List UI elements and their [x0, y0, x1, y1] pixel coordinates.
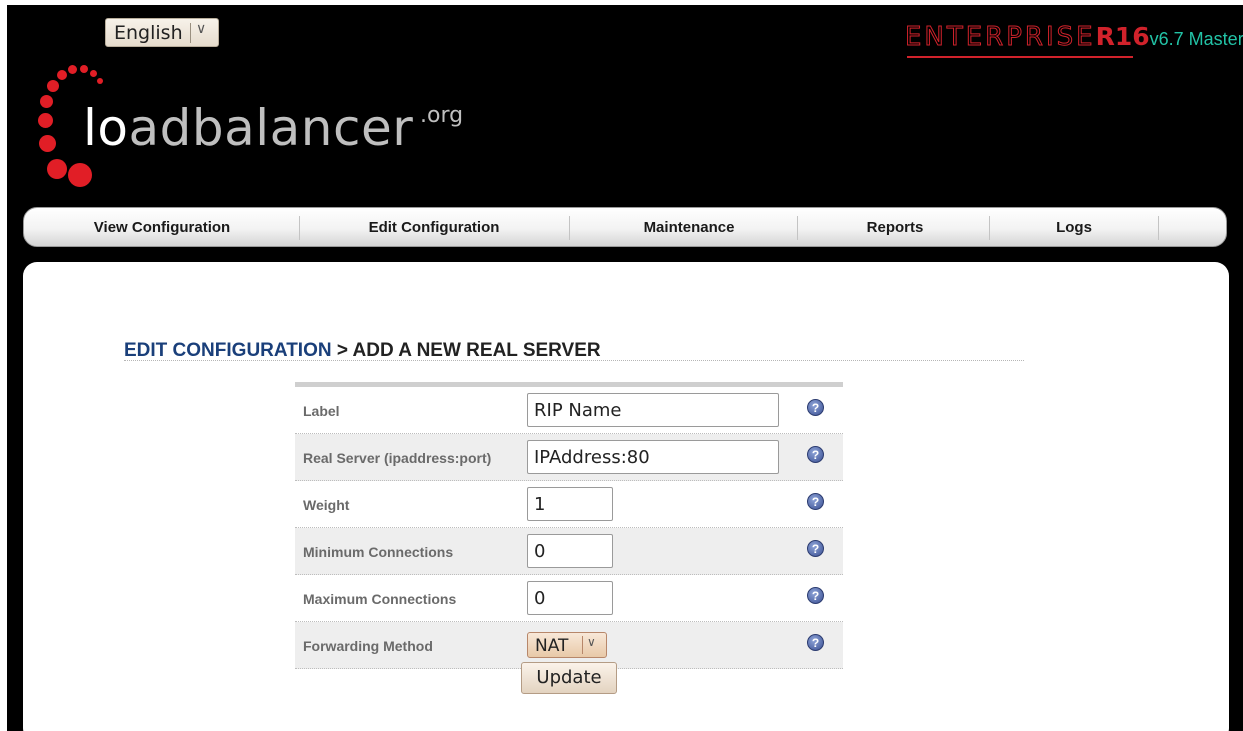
- logo-dot: [47, 80, 59, 92]
- version-label: v6.7 Master: [1149, 29, 1243, 49]
- edition-label: ENTERPRISE: [905, 22, 1096, 53]
- nav-view-configuration[interactable]: View Configuration: [72, 208, 252, 248]
- logo-dot: [97, 78, 103, 84]
- enterprise-brand: ENTERPRISER16v6.7 Master: [905, 22, 1243, 58]
- form-row-minimum-connections: Minimum Connections ?: [295, 528, 843, 575]
- logo-suffix: .org: [420, 103, 464, 128]
- help-icon[interactable]: ?: [807, 634, 824, 651]
- forwarding-method-field-label: Forwarding Method: [303, 638, 433, 654]
- logo-dot: [80, 65, 88, 73]
- forwarding-method-select[interactable]: NAT ∨: [527, 632, 607, 658]
- chevron-down-icon: ∨: [587, 635, 596, 649]
- form-row-real-server: Real Server (ipaddress:port) ?: [295, 434, 843, 481]
- help-icon[interactable]: ?: [807, 399, 824, 416]
- nav-edit-configuration[interactable]: Edit Configuration: [344, 208, 524, 248]
- language-value: English: [114, 22, 183, 44]
- label-field-label: Label: [303, 403, 340, 419]
- maximum-connections-field-label: Maximum Connections: [303, 591, 457, 607]
- minimum-connections-input[interactable]: [527, 534, 613, 568]
- nav-divider: [569, 216, 570, 240]
- breadcrumb-page: > ADD A NEW REAL SERVER: [331, 340, 601, 361]
- logo-wordmark: loadbalancer: [83, 99, 414, 157]
- maximum-connections-input[interactable]: [527, 581, 613, 615]
- forwarding-method-value: NAT: [535, 636, 569, 656]
- content-panel: EDIT CONFIGURATION > ADD A NEW REAL SERV…: [23, 262, 1229, 731]
- logo-dot: [68, 163, 92, 187]
- help-icon[interactable]: ?: [807, 493, 824, 510]
- help-icon[interactable]: ?: [807, 540, 824, 557]
- breadcrumb-section[interactable]: EDIT CONFIGURATION: [124, 340, 332, 361]
- weight-input[interactable]: [527, 487, 613, 521]
- update-button[interactable]: Update: [521, 662, 617, 694]
- logo-dot: [68, 65, 77, 74]
- real-server-form: Label ? Real Server (ipaddress:port) ? W…: [295, 382, 843, 669]
- chevron-down-icon: ∨: [196, 21, 207, 37]
- brand-underline: [907, 56, 1133, 58]
- language-select[interactable]: English ∨: [105, 18, 219, 47]
- nav-logs[interactable]: Logs: [1014, 208, 1134, 248]
- page-frame: English ∨ ENTERPRISER16v6.7 Master loadb…: [7, 5, 1243, 731]
- loadbalancer-logo: loadbalancer .org: [35, 65, 515, 205]
- select-divider: [582, 636, 583, 654]
- nav-divider: [797, 216, 798, 240]
- form-row-maximum-connections: Maximum Connections ?: [295, 575, 843, 622]
- label-input[interactable]: [527, 393, 779, 427]
- logo-dot: [39, 135, 56, 152]
- help-icon[interactable]: ?: [807, 446, 824, 463]
- form-row-weight: Weight ?: [295, 481, 843, 528]
- logo-dot: [40, 95, 53, 108]
- real-server-input[interactable]: [527, 440, 779, 474]
- nav-reports[interactable]: Reports: [820, 208, 970, 248]
- logo-dot: [38, 113, 53, 128]
- nav-divider: [299, 216, 300, 240]
- logo-dot: [47, 159, 67, 179]
- main-nav: View Configuration Edit Configuration Ma…: [23, 207, 1227, 247]
- nav-divider: [989, 216, 990, 240]
- nav-divider: [1158, 216, 1159, 240]
- form-row-label: Label ?: [295, 387, 843, 434]
- help-icon[interactable]: ?: [807, 587, 824, 604]
- logo-dot: [57, 70, 67, 80]
- weight-field-label: Weight: [303, 497, 350, 513]
- model-label: R16: [1095, 22, 1150, 51]
- breadcrumb: EDIT CONFIGURATION > ADD A NEW REAL SERV…: [124, 340, 1024, 361]
- logo-dot: [90, 70, 97, 77]
- select-divider: [190, 23, 191, 43]
- real-server-field-label: Real Server (ipaddress:port): [303, 450, 492, 466]
- minimum-connections-field-label: Minimum Connections: [303, 544, 454, 560]
- nav-maintenance[interactable]: Maintenance: [599, 208, 779, 248]
